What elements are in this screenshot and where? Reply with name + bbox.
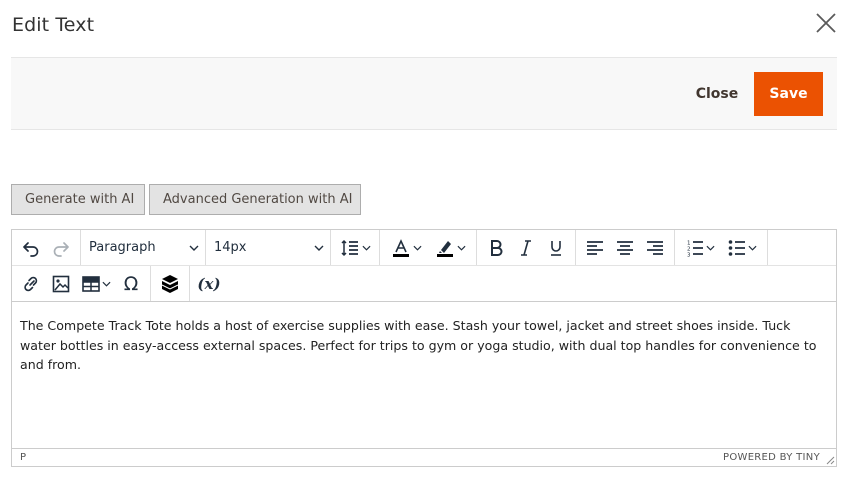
- chevron-down-icon: [412, 245, 422, 251]
- underline-icon[interactable]: [541, 234, 571, 262]
- special-char-icon[interactable]: Ω: [116, 270, 146, 298]
- special-char-label: Ω: [123, 272, 139, 295]
- element-path[interactable]: P: [20, 452, 26, 463]
- block-format-value: Paragraph: [89, 240, 156, 255]
- block-format-select[interactable]: Paragraph: [81, 234, 205, 262]
- close-button[interactable]: Close: [677, 72, 757, 116]
- undo-icon[interactable]: [16, 234, 46, 262]
- powered-by-link[interactable]: POWERED BY TINY: [723, 452, 820, 463]
- chevron-down-icon: [747, 245, 757, 251]
- align-left-icon[interactable]: [580, 234, 610, 262]
- toolbar-row-primary: Paragraph 14px 1 2 3: [12, 230, 836, 266]
- font-size-select[interactable]: 14px: [206, 234, 330, 262]
- variable-icon[interactable]: (x): [194, 270, 224, 298]
- chevron-down-icon: [189, 245, 199, 251]
- advanced-generation-ai-button[interactable]: Advanced Generation with AI: [149, 184, 361, 215]
- chevron-down-icon: [705, 245, 715, 251]
- toolbar-row-secondary: Ω (x): [12, 266, 836, 302]
- bullet-list-icon[interactable]: [721, 234, 763, 262]
- highlight-icon[interactable]: [428, 234, 472, 262]
- editor-content[interactable]: The Compete Track Tote holds a host of e…: [12, 304, 836, 387]
- chevron-down-icon: [456, 245, 466, 251]
- italic-icon[interactable]: [511, 234, 541, 262]
- font-size-value: 14px: [214, 240, 247, 255]
- svg-text:3: 3: [687, 252, 691, 257]
- numbered-list-icon[interactable]: 123: [679, 234, 721, 262]
- chevron-down-icon: [101, 281, 111, 287]
- chevron-down-icon: [361, 245, 371, 251]
- resize-handle-icon[interactable]: [825, 455, 835, 465]
- variable-label: (x): [197, 274, 221, 293]
- rich-text-editor: Paragraph 14px 1 2 3 Ω (x) The Compete T…: [11, 229, 837, 467]
- image-icon[interactable]: [46, 270, 76, 298]
- save-button[interactable]: Save: [754, 72, 823, 116]
- generate-with-ai-button[interactable]: Generate with AI: [11, 184, 145, 215]
- modal-title: Edit Text: [12, 14, 95, 36]
- editor-statusbar: P POWERED BY TINY: [12, 448, 836, 466]
- link-icon[interactable]: [16, 270, 46, 298]
- align-right-icon[interactable]: [640, 234, 670, 262]
- chevron-down-icon: [314, 245, 324, 251]
- line-height-icon[interactable]: [335, 234, 375, 262]
- bold-icon[interactable]: [481, 234, 511, 262]
- widget-icon[interactable]: [155, 270, 185, 298]
- redo-icon[interactable]: [46, 234, 76, 262]
- close-icon[interactable]: [814, 11, 838, 35]
- align-center-icon[interactable]: [610, 234, 640, 262]
- text-color-icon[interactable]: [384, 234, 428, 262]
- modal-actions-bar: Close Save: [11, 57, 837, 130]
- table-icon[interactable]: [76, 270, 116, 298]
